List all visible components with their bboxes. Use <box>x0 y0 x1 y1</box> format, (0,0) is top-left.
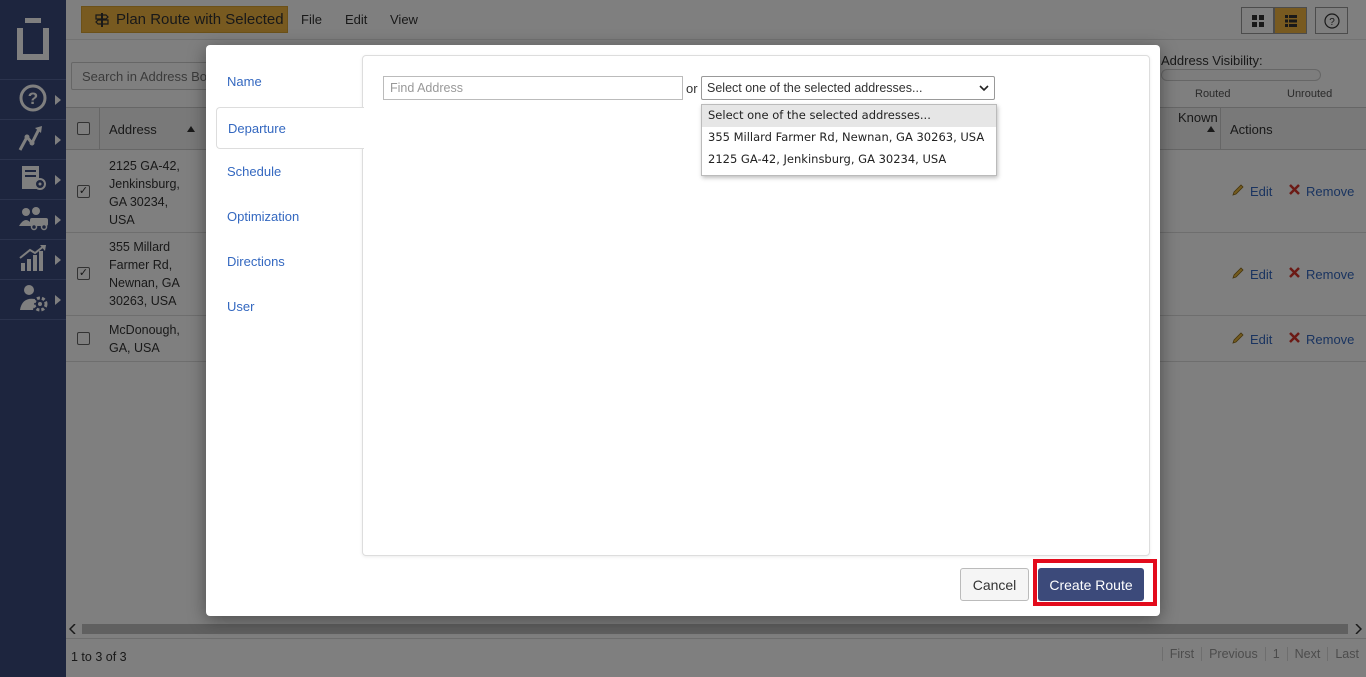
plan-route-dialog: Name Departure Schedule Optimization Dir… <box>206 45 1160 616</box>
tab-schedule[interactable]: Schedule <box>216 150 364 192</box>
dropdown-option[interactable]: 355 Millard Farmer Rd, Newnan, GA 30263,… <box>702 127 996 149</box>
departure-address-select[interactable]: Select one of the selected addresses... <box>701 76 995 100</box>
tab-departure[interactable]: Departure <box>216 107 364 149</box>
chevron-down-icon <box>979 81 989 95</box>
select-value: Select one of the selected addresses... <box>707 81 923 95</box>
app-root: ? <box>0 0 1366 677</box>
highlight-box <box>1033 559 1157 606</box>
cancel-button[interactable]: Cancel <box>960 568 1029 601</box>
dropdown-option[interactable]: Select one of the selected addresses... <box>702 105 996 127</box>
find-address-input[interactable]: Find Address <box>383 76 683 100</box>
tab-optimization[interactable]: Optimization <box>216 195 364 237</box>
address-dropdown-list: Select one of the selected addresses... … <box>701 104 997 176</box>
departure-panel: Find Address or Select one of the select… <box>362 55 1150 556</box>
tab-user[interactable]: User <box>216 285 364 327</box>
dropdown-option[interactable]: 2125 GA-42, Jenkinsburg, GA 30234, USA <box>702 149 996 171</box>
tab-directions[interactable]: Directions <box>216 240 364 282</box>
or-label: or <box>686 81 698 96</box>
tab-name[interactable]: Name <box>216 60 364 102</box>
